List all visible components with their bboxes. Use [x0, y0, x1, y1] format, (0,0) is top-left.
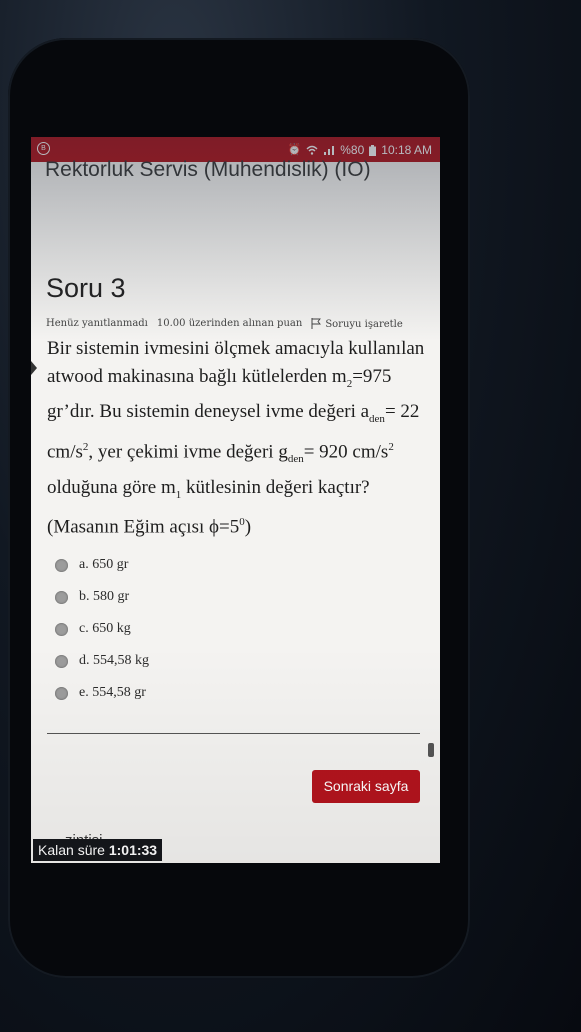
- question-info: Henüz yanıtlanmadı 10.00 üzerinden alına…: [46, 318, 403, 330]
- question-points: 10.00 üzerinden alınan puan: [156, 318, 303, 329]
- flag-icon: [311, 318, 322, 329]
- question-state: Henüz yanıtlanmadı: [46, 318, 148, 329]
- app-bar: Rektorluk Servis (Muhendislik) (IO): [31, 154, 440, 181]
- question-title: Soru 3: [46, 273, 126, 303]
- text-handle-icon: [31, 361, 37, 375]
- radio-button[interactable]: [55, 590, 68, 604]
- phone-screen: B ⏰ %80 10:18 AM Rektorluk Servis (Muhen…: [31, 137, 440, 863]
- scroll-handle[interactable]: [428, 743, 434, 757]
- option-c[interactable]: c. 650 kg: [55, 613, 149, 645]
- app-title: Rektorluk Servis (Muhendislik) (IO): [45, 158, 371, 181]
- timer-value: 1:01:33: [108, 842, 158, 858]
- option-label: b. 580 gr: [79, 589, 130, 604]
- option-d[interactable]: d. 554,58 kg: [55, 645, 149, 677]
- option-b[interactable]: b. 580 gr: [55, 581, 149, 613]
- flag-question-link[interactable]: Soruyu işaretle: [311, 318, 403, 330]
- option-e[interactable]: e. 554,58 gr: [55, 677, 149, 709]
- divider: [47, 733, 420, 734]
- option-label: a. 650 gr: [79, 557, 129, 572]
- next-page-button[interactable]: Sonraki sayfa: [312, 770, 420, 803]
- answer-options: a. 650 gr b. 580 gr c. 650 kg d. 554,58 …: [55, 549, 149, 709]
- option-label: e. 554,58 gr: [79, 685, 146, 700]
- flag-label: Soruyu işaretle: [325, 319, 403, 330]
- option-label: d. 554,58 kg: [79, 653, 149, 668]
- option-a[interactable]: a. 650 gr: [55, 549, 149, 581]
- time-remaining: Kalan süre 1:01:33: [33, 839, 163, 861]
- question-text: Bir sistemin ivmesini ölçmek amacıyla ku…: [47, 338, 425, 538]
- radio-button[interactable]: [55, 654, 68, 668]
- option-label: c. 650 kg: [79, 621, 131, 636]
- radio-button[interactable]: [55, 622, 68, 636]
- radio-button[interactable]: [55, 558, 68, 572]
- timer-label: Kalan süre: [38, 842, 105, 858]
- radio-button[interactable]: [55, 686, 68, 700]
